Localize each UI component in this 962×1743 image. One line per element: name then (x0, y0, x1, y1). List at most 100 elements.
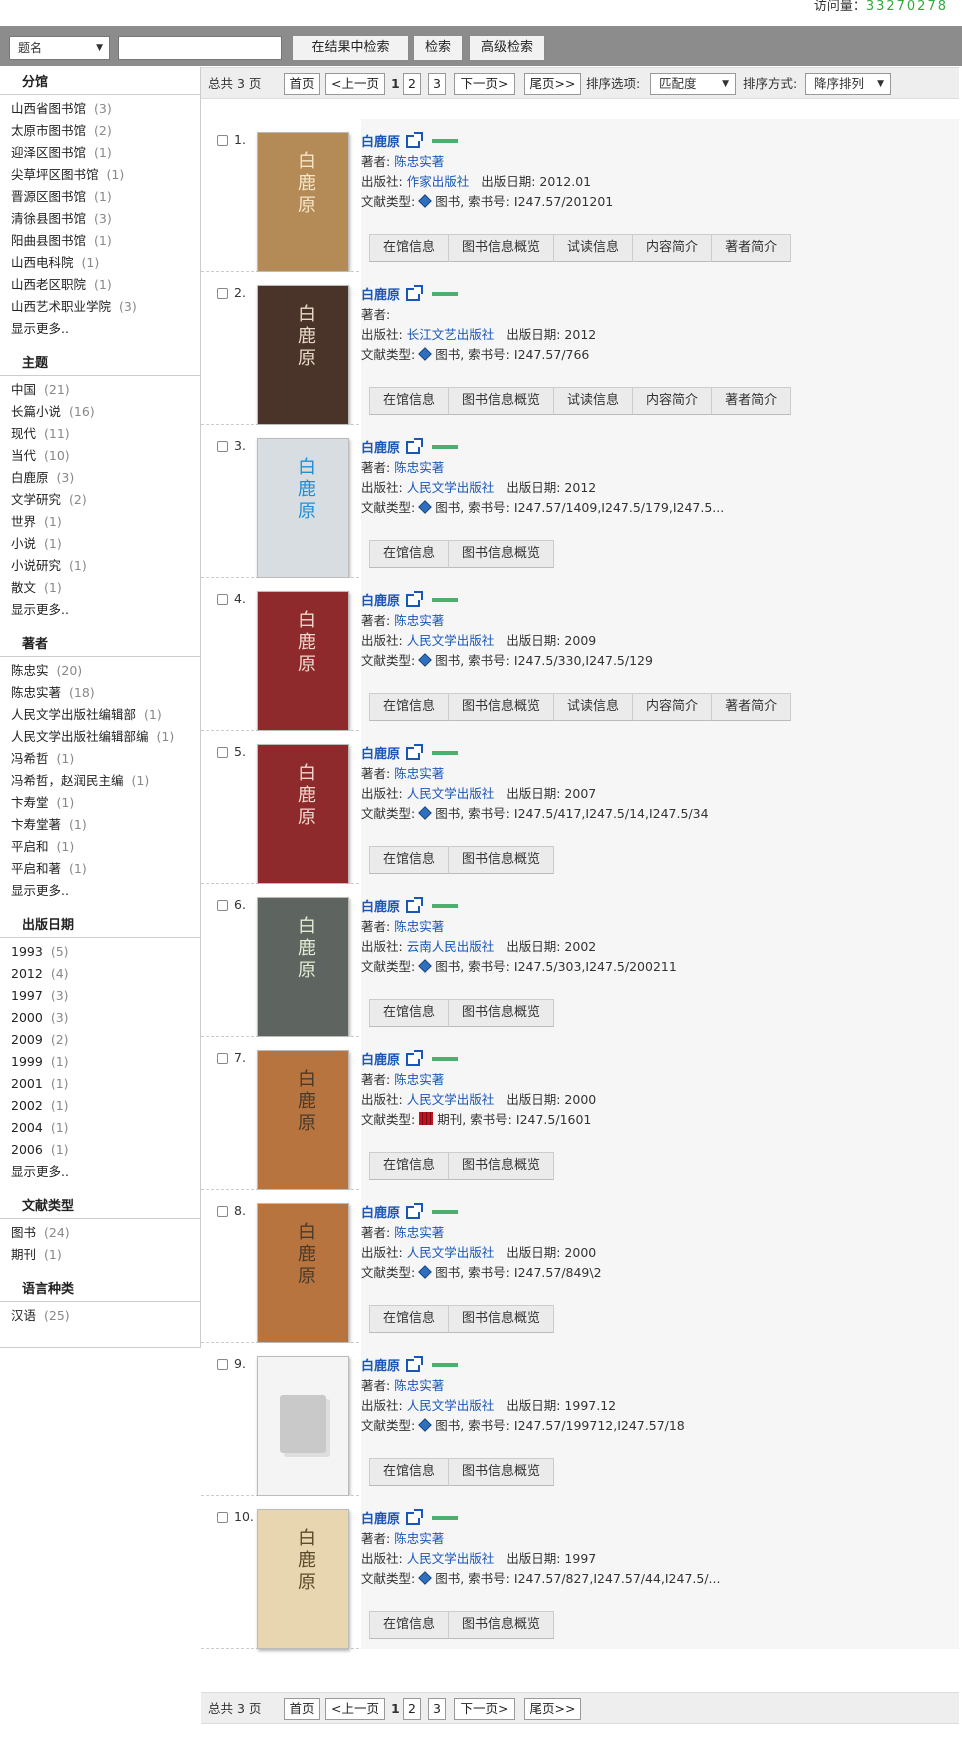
action-button[interactable]: 在馆信息 (369, 693, 450, 721)
select-checkbox[interactable] (217, 288, 228, 299)
facet-item[interactable]: 1999 (1) (0, 1051, 200, 1073)
external-link-icon[interactable] (406, 1203, 424, 1219)
next-page-button[interactable]: 下一页> (454, 73, 515, 95)
book-cover[interactable]: 白鹿原 (257, 438, 349, 578)
author-link[interactable]: 陈忠实著 (394, 1225, 444, 1240)
book-cover[interactable]: 白鹿原 (257, 1050, 349, 1190)
action-button[interactable]: 著者简介 (711, 693, 792, 721)
facet-item[interactable]: 白鹿原 (3) (0, 467, 200, 489)
select-checkbox[interactable] (217, 1053, 228, 1064)
action-button[interactable]: 内容简介 (632, 693, 713, 721)
facet-item[interactable]: 汉语 (25) (0, 1305, 200, 1327)
result-title-link[interactable]: 白鹿原 (361, 1512, 400, 1527)
publisher-link[interactable]: 作家出版社 (407, 174, 470, 189)
result-title-link[interactable]: 白鹿原 (361, 135, 400, 150)
book-cover[interactable]: 白鹿原 (257, 1203, 349, 1343)
publisher-link[interactable]: 人民文学出版社 (407, 786, 495, 801)
prev-page-button[interactable]: <上一页 (325, 1698, 385, 1720)
action-button[interactable]: 在馆信息 (369, 1305, 450, 1333)
page-2-link[interactable]: 2 (403, 1698, 421, 1720)
author-link[interactable]: 陈忠实著 (394, 1531, 444, 1546)
author-link[interactable]: 陈忠实著 (394, 613, 444, 628)
facet-item[interactable]: 中国 (21) (0, 379, 200, 401)
page-3-link[interactable]: 3 (428, 73, 446, 95)
result-title-link[interactable]: 白鹿原 (361, 1053, 400, 1068)
facet-item[interactable]: 卞寿堂 (1) (0, 792, 200, 814)
action-button[interactable]: 著者简介 (711, 387, 792, 415)
publisher-link[interactable]: 人民文学出版社 (407, 1398, 495, 1413)
facet-item[interactable]: 文学研究 (2) (0, 489, 200, 511)
action-button[interactable]: 在馆信息 (369, 387, 450, 415)
result-title-link[interactable]: 白鹿原 (361, 1359, 400, 1374)
show-more-link[interactable]: 显示更多.. (0, 318, 200, 340)
facet-item[interactable]: 世界 (1) (0, 511, 200, 533)
book-cover[interactable]: 白鹿原 (257, 591, 349, 731)
facet-item[interactable]: 冯希哲 (1) (0, 748, 200, 770)
action-button[interactable]: 在馆信息 (369, 999, 450, 1027)
facet-item[interactable]: 晋源区图书馆 (1) (0, 186, 200, 208)
action-button[interactable]: 图书信息概览 (448, 693, 555, 721)
first-page-button[interactable]: 首页 (284, 73, 320, 95)
action-button[interactable]: 图书信息概览 (448, 1458, 555, 1486)
external-link-icon[interactable] (406, 1050, 424, 1066)
facet-item[interactable]: 阳曲县图书馆 (1) (0, 230, 200, 252)
action-button[interactable]: 试读信息 (553, 387, 634, 415)
publisher-link[interactable]: 人民文学出版社 (407, 1551, 495, 1566)
action-button[interactable]: 在馆信息 (369, 540, 450, 568)
search-input[interactable] (118, 36, 282, 60)
book-cover[interactable]: 白鹿原 (257, 1509, 349, 1649)
facet-item[interactable]: 1997 (3) (0, 985, 200, 1007)
facet-item[interactable]: 尖草坪区图书馆 (1) (0, 164, 200, 186)
action-button[interactable]: 图书信息概览 (448, 1152, 555, 1180)
facet-item[interactable]: 当代 (10) (0, 445, 200, 467)
sort-select[interactable]: 匹配度 ▼ (650, 73, 736, 95)
facet-item[interactable]: 卞寿堂著 (1) (0, 814, 200, 836)
external-link-icon[interactable] (406, 897, 424, 913)
select-checkbox[interactable] (217, 1206, 228, 1217)
page-2-link[interactable]: 2 (403, 73, 421, 95)
author-link[interactable]: 陈忠实著 (394, 766, 444, 781)
facet-item[interactable]: 期刊 (1) (0, 1244, 200, 1266)
show-more-link[interactable]: 显示更多.. (0, 599, 200, 621)
show-more-link[interactable]: 显示更多.. (0, 880, 200, 902)
action-button[interactable]: 图书信息概览 (448, 1611, 555, 1639)
facet-item[interactable]: 陈忠实著 (18) (0, 682, 200, 704)
facet-item[interactable]: 平启和著 (1) (0, 858, 200, 880)
book-cover[interactable]: 白鹿原 (257, 285, 349, 425)
facet-item[interactable]: 2002 (1) (0, 1095, 200, 1117)
author-link[interactable]: 陈忠实著 (394, 1072, 444, 1087)
facet-item[interactable]: 2006 (1) (0, 1139, 200, 1161)
action-button[interactable]: 图书信息概览 (448, 1305, 555, 1333)
facet-item[interactable]: 长篇小说 (16) (0, 401, 200, 423)
result-title-link[interactable]: 白鹿原 (361, 747, 400, 762)
facet-item[interactable]: 太原市图书馆 (2) (0, 120, 200, 142)
external-link-icon[interactable] (406, 132, 424, 148)
facet-item[interactable]: 2004 (1) (0, 1117, 200, 1139)
external-link-icon[interactable] (406, 1509, 424, 1525)
action-button[interactable]: 在馆信息 (369, 234, 450, 262)
external-link-icon[interactable] (406, 1356, 424, 1372)
book-cover[interactable] (257, 1356, 349, 1496)
author-link[interactable]: 陈忠实著 (394, 1378, 444, 1393)
result-title-link[interactable]: 白鹿原 (361, 594, 400, 609)
facet-item[interactable]: 小说 (1) (0, 533, 200, 555)
action-button[interactable]: 图书信息概览 (448, 234, 555, 262)
select-checkbox[interactable] (217, 135, 228, 146)
facet-item[interactable]: 山西艺术职业学院 (3) (0, 296, 200, 318)
author-link[interactable]: 陈忠实著 (394, 919, 444, 934)
action-button[interactable]: 著者简介 (711, 234, 792, 262)
action-button[interactable]: 内容简介 (632, 234, 713, 262)
facet-item[interactable]: 现代 (11) (0, 423, 200, 445)
book-cover[interactable]: 白鹿原 (257, 132, 349, 272)
select-checkbox[interactable] (217, 594, 228, 605)
facet-item[interactable]: 迎泽区图书馆 (1) (0, 142, 200, 164)
facet-item[interactable]: 陈忠实 (20) (0, 660, 200, 682)
facet-item[interactable]: 山西电科院 (1) (0, 252, 200, 274)
action-button[interactable]: 图书信息概览 (448, 999, 555, 1027)
next-page-button[interactable]: 下一页> (454, 1698, 515, 1720)
facet-item[interactable]: 2012 (4) (0, 963, 200, 985)
book-cover[interactable]: 白鹿原 (257, 744, 349, 884)
search-within-results-button[interactable]: 在结果中检索 (292, 35, 409, 61)
facet-item[interactable]: 山西老区职院 (1) (0, 274, 200, 296)
result-title-link[interactable]: 白鹿原 (361, 288, 400, 303)
